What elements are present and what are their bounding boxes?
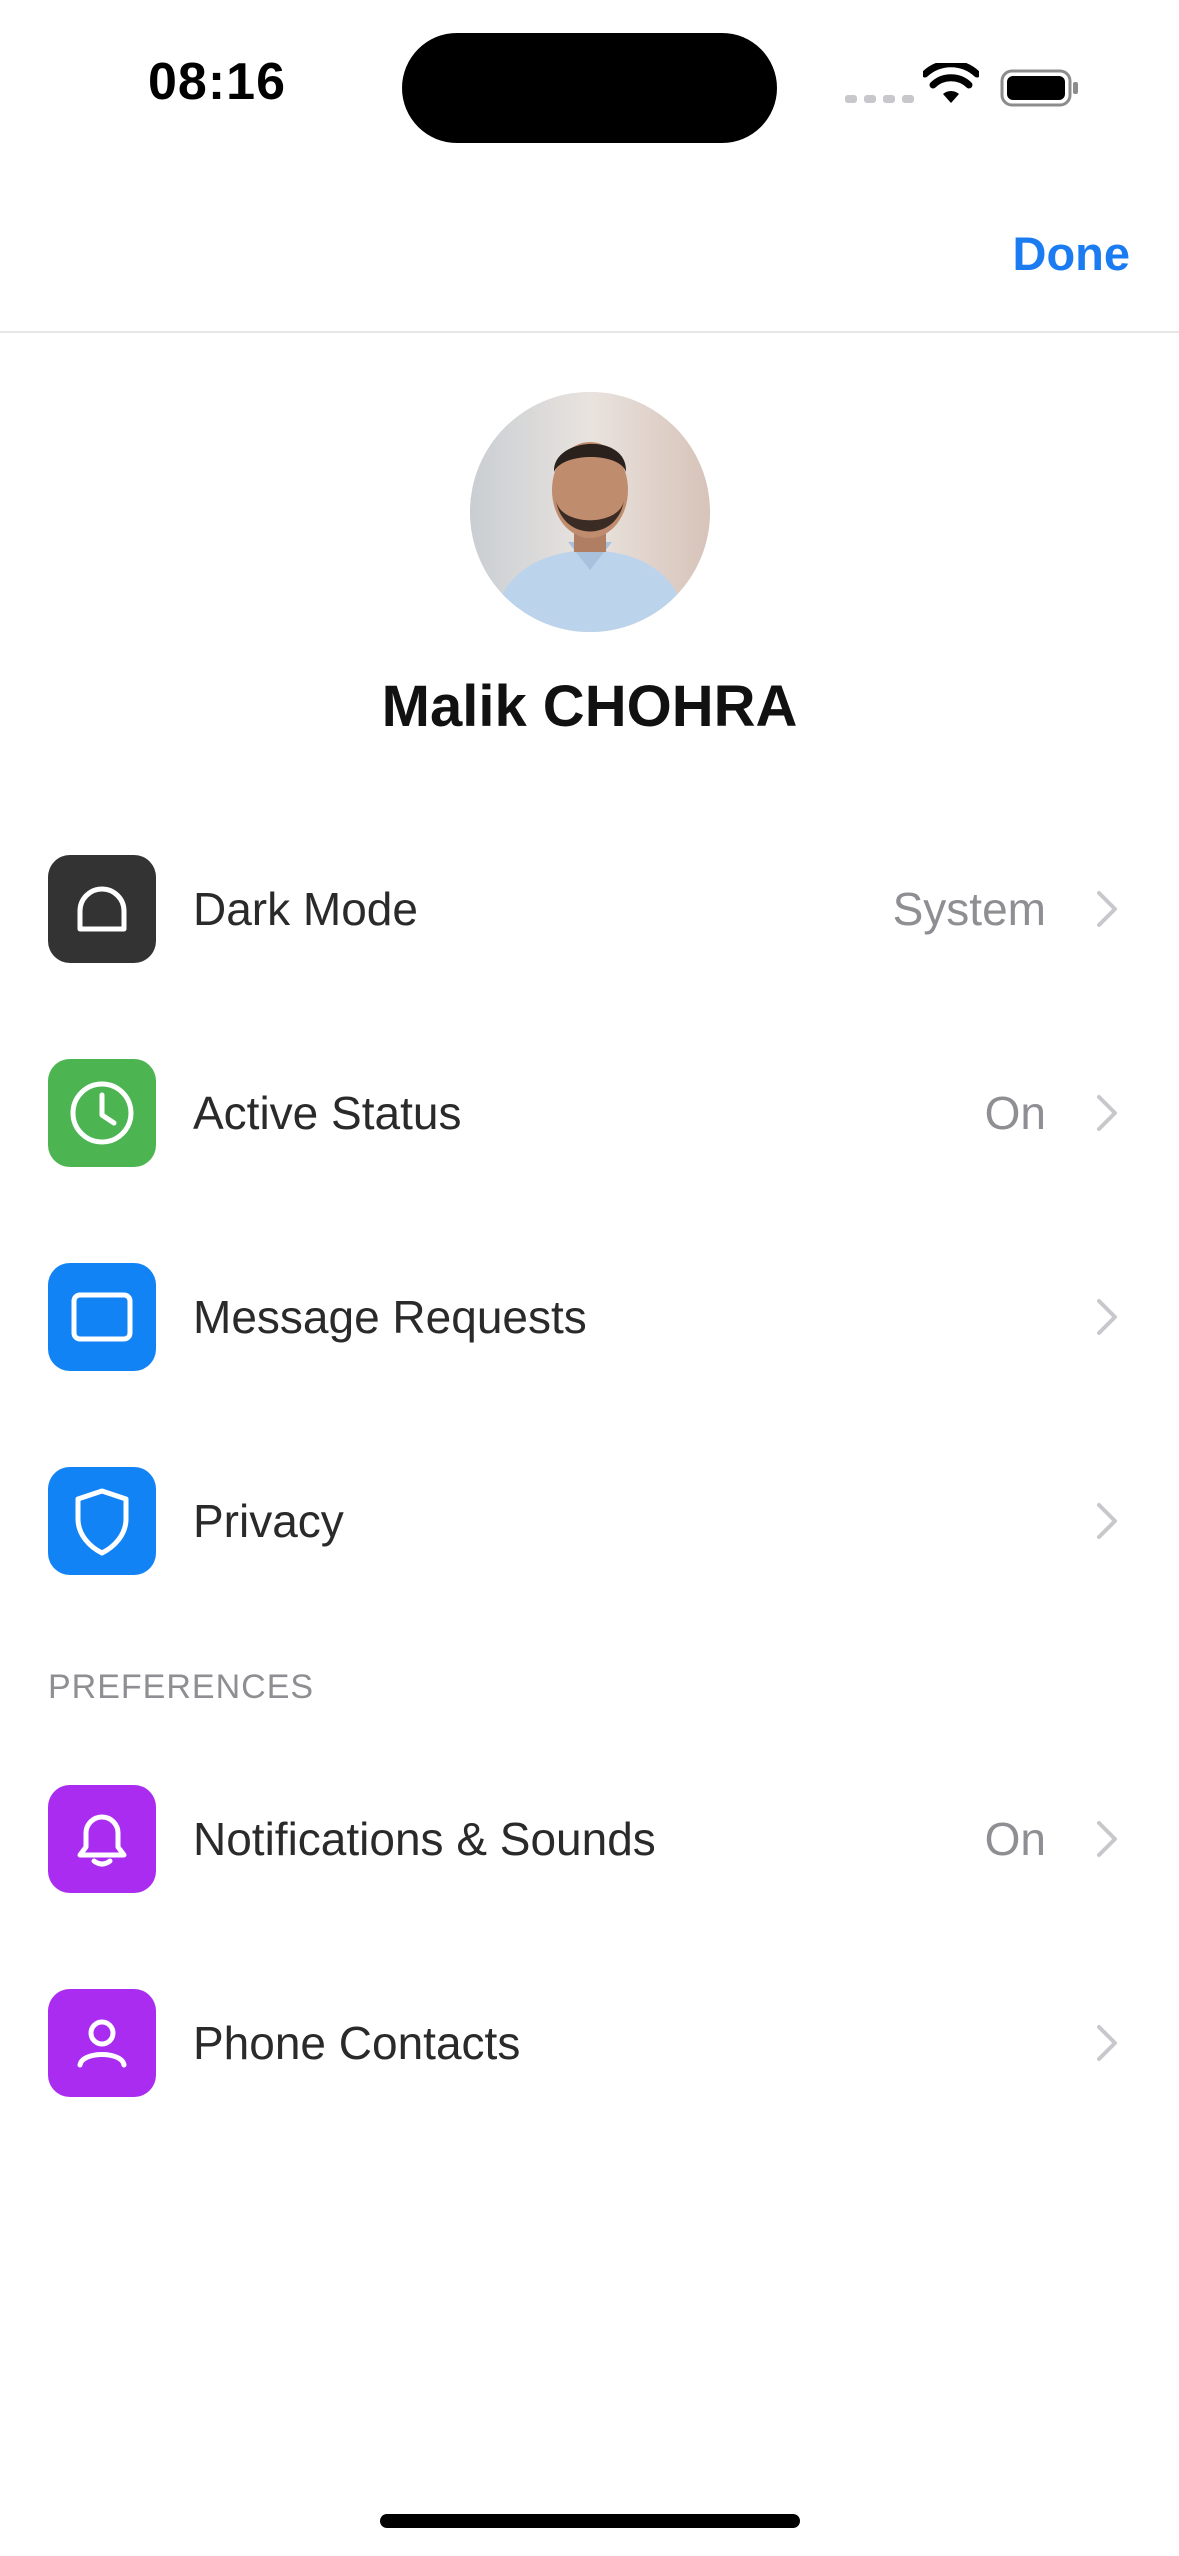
- settings-row-label: Notifications & Sounds: [193, 1813, 656, 1865]
- settings-row-notifications[interactable]: Notifications & Sounds On: [0, 1735, 1179, 1935]
- avatar[interactable]: [470, 392, 710, 632]
- chevron-right-icon: [1097, 2025, 1117, 2061]
- chevron-right-icon: [1097, 1299, 1117, 1335]
- settings-row-label: Active Status: [193, 1087, 462, 1139]
- wifi-icon: [923, 63, 979, 103]
- settings-row-value: System: [892, 883, 1046, 935]
- settings-row-dark-mode[interactable]: Dark Mode System: [0, 805, 1179, 1005]
- battery-icon: [1000, 69, 1078, 107]
- settings-row-active-status[interactable]: Active Status On: [0, 1009, 1179, 1209]
- settings-row-label: Phone Contacts: [193, 2017, 521, 2069]
- dark-mode-icon: [48, 855, 156, 963]
- done-button[interactable]: Done: [1013, 226, 1131, 281]
- bell-icon: [48, 1785, 156, 1893]
- profile-photo: [470, 392, 710, 632]
- settings-row-value: On: [984, 1087, 1046, 1139]
- settings-row-phone-contacts[interactable]: Phone Contacts: [0, 1939, 1179, 2139]
- chevron-right-icon: [1097, 1503, 1117, 1539]
- settings-row-message-requests[interactable]: Message Requests: [0, 1213, 1179, 1413]
- home-indicator[interactable]: [380, 2514, 800, 2528]
- profile-name: Malik CHOHRA: [381, 674, 798, 739]
- cellular-signal-icon: [845, 95, 914, 103]
- settings-row-privacy[interactable]: Privacy: [0, 1417, 1179, 1617]
- chevron-right-icon: [1097, 1821, 1117, 1857]
- shield-icon: [48, 1467, 156, 1575]
- chevron-right-icon: [1097, 891, 1117, 927]
- status-time: 08:16: [148, 53, 286, 111]
- navigation-bar: Done: [0, 170, 1179, 333]
- status-bar: 08:16: [0, 0, 1179, 170]
- clock-icon: [48, 1059, 156, 1167]
- settings-row-label: Message Requests: [193, 1291, 587, 1343]
- settings-row-value: On: [984, 1813, 1046, 1865]
- settings-row-label: Dark Mode: [193, 883, 418, 935]
- settings-row-label: Privacy: [193, 1495, 344, 1547]
- message-icon: [48, 1263, 156, 1371]
- section-header-preferences: PREFERENCES: [48, 1668, 315, 1706]
- chevron-right-icon: [1097, 1095, 1117, 1131]
- dynamic-island: [402, 33, 777, 143]
- person-icon: [48, 1989, 156, 2097]
